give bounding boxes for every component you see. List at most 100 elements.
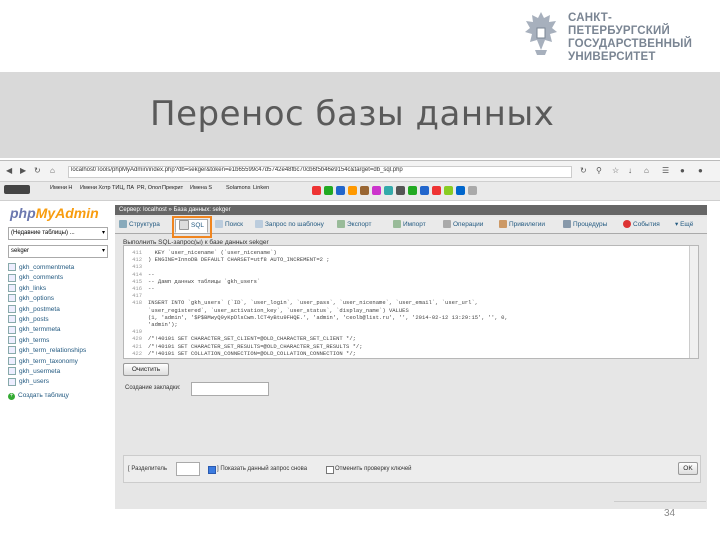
table-item[interactable]: gkh_options <box>8 294 108 304</box>
table-item[interactable]: gkh_term_taxonomy <box>8 356 108 367</box>
table-item[interactable]: gkh_terms <box>8 336 108 346</box>
star-icon[interactable]: ☆ <box>612 166 619 175</box>
table-icon <box>8 284 16 293</box>
tab-bar: Структура SQL Поиск Запрос по шаблону Эк… <box>115 216 707 238</box>
delimiter-input[interactable] <box>176 462 200 476</box>
bookmark-icon[interactable] <box>456 186 465 195</box>
bookmark-icon[interactable] <box>396 186 405 195</box>
university-name-line1: САНКТ-ПЕТЕРБУРГСКИЙ <box>568 12 670 37</box>
code-line: /*!40101 SET CHARACTER_SET_RESULTS=@OLD_… <box>148 342 363 350</box>
line-number: 412 <box>132 256 142 264</box>
editor-scrollbar[interactable] <box>689 246 698 358</box>
addon-icon[interactable]: ● <box>680 166 685 175</box>
main-panel: Сервер: localhost » База данных: sekger … <box>115 205 707 509</box>
table-name: gkh_comments <box>19 274 64 282</box>
table-icon <box>8 315 16 324</box>
new-table-link[interactable]: + Создать таблицу <box>8 392 108 400</box>
table-item[interactable]: gkh_term_relationships <box>8 346 108 356</box>
table-name: gkh_termmeta <box>19 326 61 334</box>
tab-search[interactable]: Поиск <box>215 219 243 231</box>
bookmark-icon[interactable] <box>324 186 333 195</box>
bookmark-icon[interactable] <box>312 186 321 195</box>
tab-more[interactable]: ▾ Ещё <box>675 219 693 231</box>
line-number: 418 <box>132 299 142 307</box>
sql-editor[interactable]: 411 KEY `user_nicename` (`user_nicename`… <box>123 245 699 359</box>
tab-routines[interactable]: Процедуры <box>563 219 607 231</box>
bookmark-item[interactable]: Linken <box>253 185 269 191</box>
table-item[interactable]: gkh_commentmeta <box>8 263 108 273</box>
tab-query[interactable]: Запрос по шаблону <box>255 219 324 231</box>
query-icon <box>255 220 263 229</box>
bookmark-icon[interactable] <box>360 186 369 195</box>
code-line: INSERT INTO `gkh_users` (`ID`, `user_log… <box>148 299 479 307</box>
addon2-icon[interactable]: ● <box>698 166 703 175</box>
table-item[interactable]: gkh_usermeta <box>8 367 108 377</box>
forward-icon[interactable]: ▶ <box>20 166 26 175</box>
table-item[interactable]: gkh_links <box>8 284 108 294</box>
table-item[interactable]: gkh_users <box>8 377 108 387</box>
show-query-label: ] Показать данный запрос снова <box>217 466 308 472</box>
code-line: (1, 'admin', '$P$BMwyQ9yKpDlsCwm.lCT4yBt… <box>148 313 508 321</box>
bookmark-item[interactable]: Имени Н <box>50 185 72 191</box>
table-icon <box>8 304 16 313</box>
bookmark-icon[interactable] <box>384 186 393 195</box>
clear-button[interactable]: Очистить <box>123 363 169 376</box>
bookmark-input[interactable] <box>191 382 269 396</box>
url-field[interactable]: localhost/Tools/phpMyAdmin/index.php?db=… <box>68 166 572 178</box>
tab-export[interactable]: Экспорт <box>337 219 371 231</box>
bookmark-item[interactable]: Имена S <box>190 185 212 191</box>
bookmark-icon[interactable] <box>348 186 357 195</box>
table-name: gkh_postmeta <box>19 305 60 313</box>
bookmark-icon[interactable] <box>444 186 453 195</box>
table-icon <box>8 294 16 303</box>
bookmark-item[interactable]: PR, Опол <box>137 185 161 191</box>
bookmark-item[interactable]: Solamons <box>226 185 250 191</box>
structure-icon <box>119 220 127 229</box>
tab-import[interactable]: Импорт <box>393 219 426 231</box>
table-name: gkh_links <box>19 284 47 292</box>
show-query-checkbox[interactable] <box>208 466 216 474</box>
home-right-icon[interactable]: ⌂ <box>644 166 649 175</box>
bookmark-icon[interactable] <box>468 186 477 195</box>
menu-icon[interactable]: ☰ <box>662 166 669 175</box>
bookmark-icon[interactable] <box>372 186 381 195</box>
line-number: 416 <box>132 285 142 292</box>
page-number: 34 <box>664 508 676 519</box>
bookmark-item[interactable]: Имени Хотр <box>80 185 111 191</box>
table-item[interactable]: gkh_comments <box>8 273 108 283</box>
bookmark-icon[interactable] <box>408 186 417 195</box>
bookmark-item[interactable]: ТИЦ, ПА <box>112 185 134 191</box>
table-item[interactable]: gkh_termmeta <box>8 325 108 335</box>
recent-tables-select[interactable]: (Недавние таблицы) ... <box>8 227 108 240</box>
search-icon[interactable]: ⚲ <box>596 166 602 175</box>
table-icon <box>8 336 16 345</box>
tab-privileges[interactable]: Привилегии <box>499 219 545 231</box>
browser-address-bar: ◀ ▶ ↻ ⌂ localhost/Tools/phpMyAdmin/index… <box>0 161 720 182</box>
table-item[interactable]: gkh_posts <box>8 315 108 325</box>
no-fk-checkbox[interactable] <box>326 466 334 474</box>
bookmark-yandex[interactable] <box>4 185 30 196</box>
reload-icon[interactable]: ↻ <box>34 166 41 175</box>
database-select[interactable]: sekger <box>8 245 108 258</box>
back-icon[interactable]: ◀ <box>6 166 12 175</box>
reload-small-icon[interactable]: ↻ <box>580 166 587 175</box>
line-number: 420 <box>132 335 142 343</box>
home-icon[interactable]: ⌂ <box>50 166 55 175</box>
code-line: KEY `user_nicename` (`user_nicename`) <box>148 249 277 256</box>
phpmyadmin-logo[interactable]: phpMyAdmin <box>10 205 99 221</box>
tab-events[interactable]: События <box>623 219 660 231</box>
tab-structure[interactable]: Структура <box>119 219 160 231</box>
bookmark-icon[interactable] <box>336 186 345 195</box>
table-item[interactable]: gkh_postmeta <box>8 304 108 315</box>
bookmark-icon[interactable] <box>432 186 441 195</box>
ok-button[interactable]: OK <box>678 462 698 475</box>
download-icon[interactable]: ↓ <box>628 166 632 175</box>
tab-operations[interactable]: Операции <box>443 219 483 231</box>
table-name: gkh_terms <box>19 336 50 344</box>
line-number: 417 <box>132 292 142 300</box>
breadcrumb: Сервер: localhost » База данных: sekger <box>115 205 707 215</box>
table-name: gkh_commentmeta <box>19 264 75 271</box>
bookmark-icon[interactable] <box>420 186 429 195</box>
bookmark-item[interactable]: Прекрит <box>162 185 183 191</box>
double-headed-eagle-emblem <box>525 12 557 55</box>
